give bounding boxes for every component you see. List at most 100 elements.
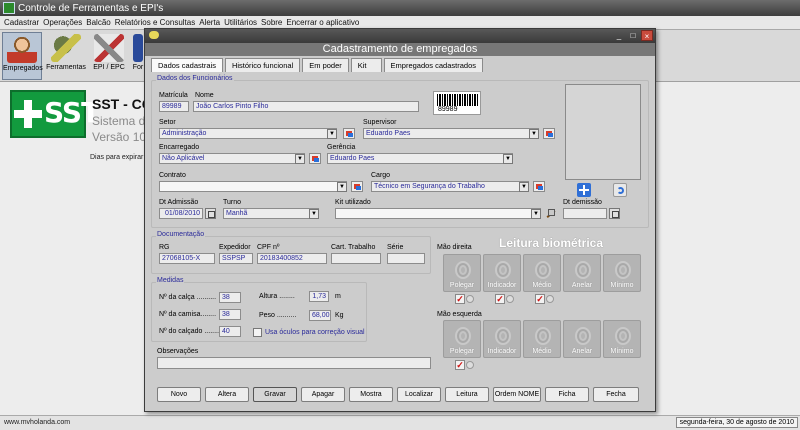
finger-left-minimo[interactable]: Mínimo (603, 320, 641, 358)
encarregado-edit-icon[interactable] (309, 153, 321, 164)
kit-select[interactable] (335, 208, 541, 219)
observacoes-field[interactable] (157, 357, 431, 369)
toolbar-empregados-button[interactable]: Empregados (2, 32, 43, 80)
tab-empregados-cadastrados[interactable]: Empregados cadastrados (383, 58, 483, 72)
tab-historico-funcional[interactable]: Histórico funcional (224, 58, 301, 72)
toolbar-epi-button[interactable]: EPI / EPC (90, 32, 128, 80)
altura-field[interactable]: 1,73 (309, 291, 329, 302)
finger-left-anelar[interactable]: Anelar (563, 320, 601, 358)
finger-right-minimo[interactable]: Mínimo (603, 254, 641, 292)
tools-icon (94, 34, 124, 62)
supervisor-dropdown[interactable]: ▼ (529, 129, 539, 139)
close-button[interactable]: × (641, 30, 653, 41)
ordem-nome-button[interactable]: Ordem NOME (493, 387, 541, 402)
apagar-button[interactable]: Apagar (301, 387, 345, 402)
setor-edit-icon[interactable] (343, 128, 355, 139)
localizar-button[interactable]: Localizar (397, 387, 441, 402)
admissao-field[interactable]: 01/08/2010 (159, 208, 203, 219)
encarregado-label: Encarregado (159, 144, 200, 151)
setor-dropdown[interactable]: ▼ (327, 129, 337, 139)
contrato-select[interactable] (159, 181, 347, 192)
status-website: www.mvholanda.com (4, 419, 71, 426)
finger-right-indicador[interactable]: Indicador (483, 254, 521, 292)
gravar-button[interactable]: Gravar (253, 387, 297, 402)
oculos-label: Usa óculos para correção visual (265, 329, 365, 336)
ctps-label: Cart. Trabalho (331, 244, 376, 251)
contrato-edit-icon[interactable] (351, 181, 363, 192)
leitura-button[interactable]: Leitura (445, 387, 489, 402)
altera-button[interactable]: Altera (205, 387, 249, 402)
finger-right-anelar[interactable]: Anelar (563, 254, 601, 292)
minimize-button[interactable]: _ (613, 30, 625, 41)
tab-dados-cadastrais[interactable]: Dados cadastrais (151, 58, 223, 72)
gerencia-dropdown[interactable]: ▼ (503, 154, 513, 164)
tab-em-poder[interactable]: Em poder (302, 58, 349, 72)
sst-logo: SST (10, 90, 100, 138)
admissao-calendar-icon[interactable] (205, 208, 216, 219)
check-right-polegar[interactable]: ✓ (455, 294, 475, 304)
status-date: segunda-feira, 30 de agosto de 2010 (675, 417, 798, 428)
encarregado-select[interactable]: Não Aplicável (159, 153, 305, 164)
contrato-dropdown[interactable]: ▼ (337, 182, 347, 192)
check-right-medio[interactable]: ✓ (535, 294, 555, 304)
cargo-select[interactable]: Técnico em Segurança do Trabalho (371, 181, 529, 192)
kit-label: Kit utilizado (335, 199, 371, 206)
add-photo-icon[interactable] (577, 183, 591, 197)
nome-field[interactable]: João Carlos Pinto Filho (193, 101, 419, 112)
turno-dropdown[interactable]: ▼ (309, 209, 319, 219)
rg-field[interactable]: 27068105-X (159, 253, 215, 264)
demissao-field[interactable] (563, 208, 607, 219)
finger-left-polegar[interactable]: Polegar (443, 320, 481, 358)
check-right-indicador[interactable]: ✓ (495, 294, 515, 304)
menu-cadastrar[interactable]: Cadastrar (4, 16, 43, 29)
biometria-title: Leitura biométrica (499, 236, 604, 250)
gerencia-select[interactable]: Eduardo Paes (327, 153, 513, 164)
section-documentacao-title: Documentação (156, 231, 206, 238)
calcado-field[interactable]: 40 (219, 326, 241, 337)
status-bar: www.mvholanda.com segunda-feira, 30 de a… (0, 415, 800, 430)
finger-left-medio[interactable]: Médio (523, 320, 561, 358)
nome-label: Nome (195, 92, 214, 99)
setor-select[interactable]: Administração (159, 128, 337, 139)
calca-field[interactable]: 38 (219, 292, 241, 303)
toolbar-ferramentas-button[interactable]: Ferramentas (46, 32, 86, 80)
mostra-button[interactable]: Mostra (349, 387, 393, 402)
mao-direita-label: Mão direita (437, 244, 472, 251)
finger-left-indicador[interactable]: Indicador (483, 320, 521, 358)
kit-tools-icon[interactable] (545, 208, 557, 219)
cargo-edit-icon[interactable] (533, 181, 545, 192)
observacoes-label: Observações (157, 348, 199, 355)
fecha-button[interactable]: Fecha (593, 387, 639, 402)
camisa-field[interactable]: 38 (219, 309, 241, 320)
demissao-calendar-icon[interactable] (609, 208, 620, 219)
serie-field[interactable] (387, 253, 425, 264)
menu-operacoes[interactable]: Operações (43, 16, 86, 29)
matricula-field[interactable]: 89989 (159, 101, 189, 112)
kit-dropdown[interactable]: ▼ (531, 209, 541, 219)
finger-right-polegar[interactable]: Polegar (443, 254, 481, 292)
refresh-photo-icon[interactable] (613, 183, 627, 197)
supervisor-select[interactable]: Eduardo Paes (363, 128, 539, 139)
peso-field[interactable]: 68,00 (309, 310, 331, 321)
employee-dialog: _ □ × Cadastramento de empregados Dados … (144, 28, 656, 412)
ficha-button[interactable]: Ficha (545, 387, 589, 402)
encarregado-dropdown[interactable]: ▼ (295, 154, 305, 164)
supervisor-edit-icon[interactable] (543, 128, 555, 139)
menu-balcao[interactable]: Balcão (86, 16, 114, 29)
cargo-dropdown[interactable]: ▼ (519, 182, 529, 192)
novo-button[interactable]: Novo (157, 387, 201, 402)
maximize-button[interactable]: □ (627, 30, 639, 41)
turno-select[interactable]: Manhã (223, 208, 319, 219)
tab-kit[interactable]: Kit (350, 58, 382, 72)
section-dados-title: Dados dos Funcionários (156, 75, 234, 82)
oculos-checkbox[interactable] (253, 328, 262, 337)
dialog-title-bar[interactable]: _ □ × (145, 29, 655, 43)
setor-label: Setor (159, 119, 176, 126)
employee-photo (565, 84, 641, 180)
expedidor-field[interactable]: SSPSP (219, 253, 253, 264)
ctps-field[interactable] (331, 253, 381, 264)
check-left-polegar[interactable]: ✓ (455, 360, 475, 370)
finger-right-medio[interactable]: Médio (523, 254, 561, 292)
brand-version: Versão 10/ (92, 130, 150, 144)
cpf-field[interactable]: 20183400852 (257, 253, 327, 264)
